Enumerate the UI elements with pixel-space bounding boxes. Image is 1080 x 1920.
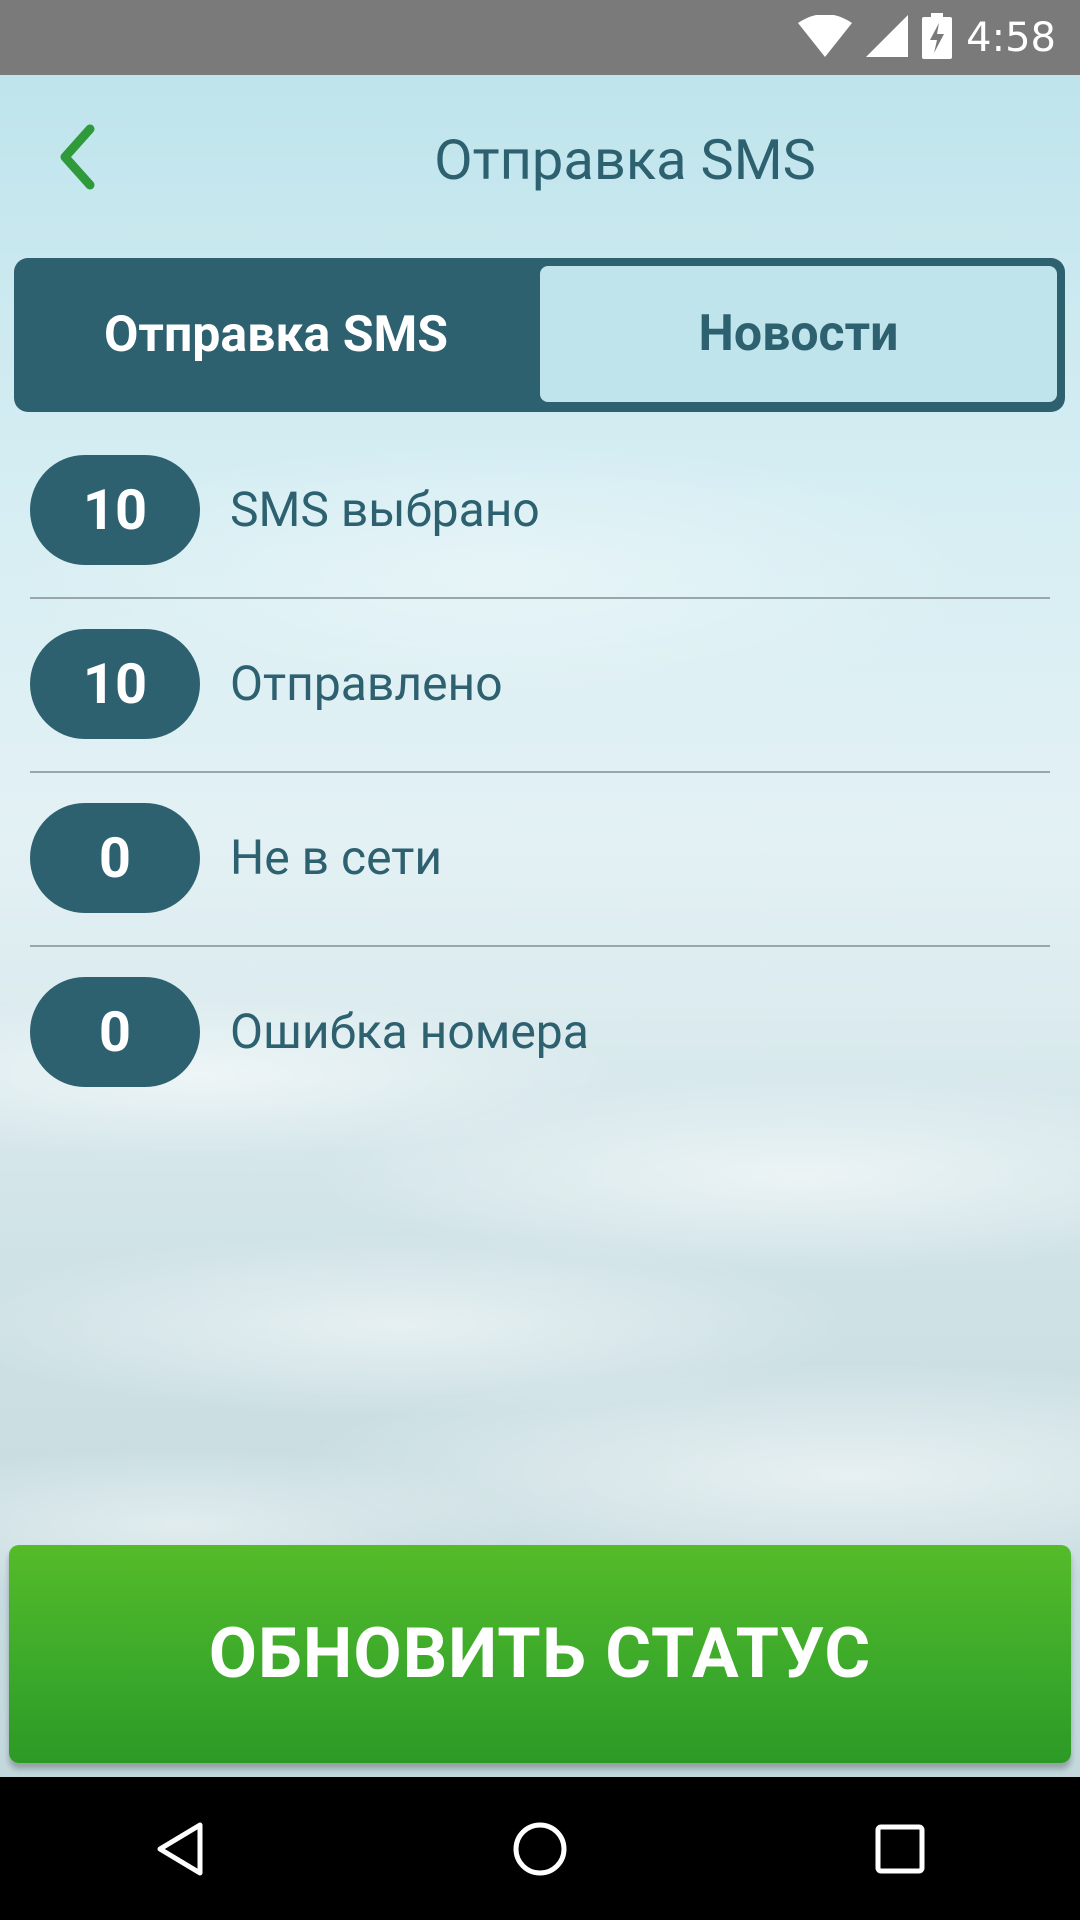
count-badge: 0 — [30, 803, 200, 913]
tab-bar: Отправка SMS Новости — [14, 258, 1065, 412]
stats-list: 10 SMS выбрано 10 Отправлено 0 Не в сети… — [30, 455, 1050, 1151]
stat-row-offline: 0 Не в сети — [30, 803, 1050, 977]
stat-label: Не в сети — [230, 829, 443, 886]
nav-recents-button[interactable] — [845, 1794, 955, 1904]
tab-news[interactable]: Новости — [540, 266, 1057, 402]
tab-send-sms[interactable]: Отправка SMS — [14, 258, 538, 412]
count-badge: 0 — [30, 977, 200, 1087]
update-status-button[interactable]: ОБНОВИТЬ СТАТУС — [9, 1545, 1071, 1763]
stat-row-selected: 10 SMS выбрано — [30, 455, 1050, 629]
update-status-label: ОБНОВИТЬ СТАТУС — [208, 1613, 872, 1695]
status-icons: 4:58 — [798, 0, 1056, 75]
recents-square-icon — [875, 1824, 925, 1873]
page-title: Отправка SMS — [434, 127, 816, 193]
status-time: 4:58 — [966, 14, 1056, 61]
stat-row-sent: 10 Отправлено — [30, 629, 1050, 803]
nav-back-button[interactable] — [125, 1794, 235, 1904]
divider — [30, 945, 1050, 947]
status-bar: 4:58 — [0, 0, 1080, 75]
system-nav-bar — [0, 1777, 1080, 1920]
count-badge: 10 — [30, 629, 200, 739]
header: Отправка SMS — [0, 75, 1080, 245]
stat-label: Ошибка номера — [230, 1003, 589, 1060]
back-triangle-icon — [157, 1822, 203, 1875]
app-screen: Отправка SMS Отправка SMS Новости 10 SMS… — [0, 75, 1080, 1777]
battery-charging-icon — [922, 12, 953, 63]
stat-row-number-error: 0 Ошибка номера — [30, 977, 1050, 1151]
stat-label: SMS выбрано — [230, 481, 540, 538]
home-circle-icon — [513, 1822, 567, 1875]
divider — [30, 771, 1050, 773]
wifi-icon — [798, 13, 853, 61]
count-badge: 10 — [30, 455, 200, 565]
nav-home-button[interactable] — [485, 1794, 595, 1904]
stat-label: Отправлено — [230, 655, 503, 712]
divider — [30, 597, 1050, 599]
signal-icon — [866, 14, 909, 61]
